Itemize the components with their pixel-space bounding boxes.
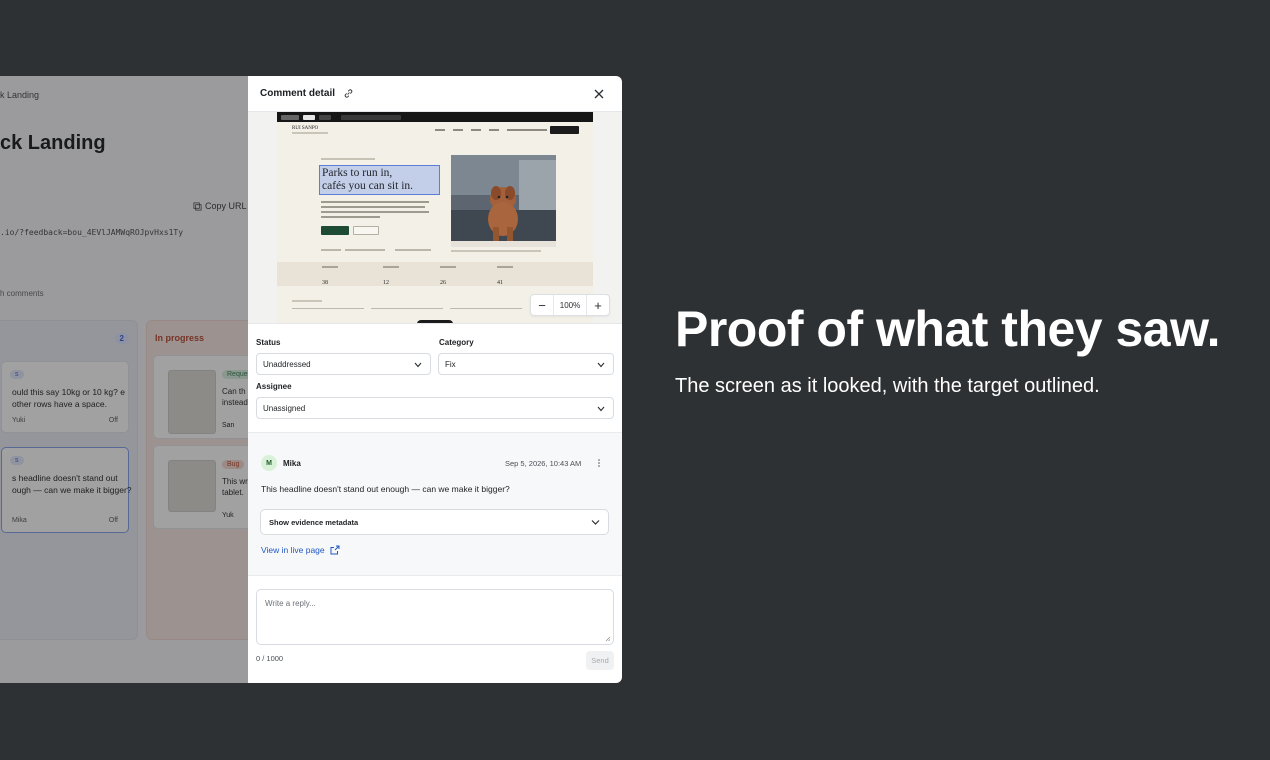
- evidence-metadata-toggle[interactable]: Show evidence metadata: [260, 509, 609, 535]
- captured-topbar: [277, 112, 593, 122]
- panel-header: Comment detail: [248, 76, 622, 112]
- captured-dog-photo: [451, 155, 556, 247]
- chevron-down-icon: [597, 406, 605, 412]
- captured-headline-line1: Parks to run in,: [322, 167, 393, 179]
- close-icon[interactable]: [592, 87, 606, 101]
- captured-page: RUI SANPO Parks to run in, cafés you can…: [277, 112, 593, 323]
- captured-stats: 38 12 26 41: [277, 262, 593, 286]
- status-value: Unaddressed: [263, 359, 311, 369]
- view-live-page-label: View in live page: [261, 545, 325, 555]
- marketing-headline: Proof of what they saw.: [675, 301, 1221, 357]
- category-value: Fix: [445, 359, 456, 369]
- panel-title: Comment detail: [260, 88, 336, 99]
- captured-logo: RUI SANPO: [292, 126, 319, 131]
- category-label: Category: [439, 338, 474, 347]
- chevron-down-icon: [597, 362, 605, 368]
- avatar: M: [261, 455, 277, 471]
- comment-author: Mika: [283, 459, 301, 468]
- assignee-label: Assignee: [256, 382, 292, 391]
- category-select[interactable]: Fix: [438, 353, 614, 375]
- comment-thread: M Mika Sep 5, 2026, 10:43 AM This headli…: [248, 432, 622, 576]
- status-select[interactable]: Unaddressed: [256, 353, 431, 375]
- chevron-down-icon: [414, 362, 422, 368]
- zoom-level: 100%: [553, 295, 587, 315]
- assignee-select[interactable]: Unassigned: [256, 397, 614, 419]
- character-count: 0 / 1000: [256, 654, 284, 663]
- resize-grip-icon[interactable]: [605, 636, 611, 642]
- reply-input[interactable]: Write a reply...: [256, 589, 614, 645]
- view-live-page-link[interactable]: View in live page: [261, 545, 340, 555]
- status-label: Status: [256, 338, 281, 347]
- marketing-subline: The screen as it looked, with the target…: [675, 375, 1100, 397]
- send-button[interactable]: Send: [586, 651, 614, 670]
- app-window: k Landing ck Landing Copy URL .io/?feedb…: [0, 76, 622, 683]
- evidence-metadata-label: Show evidence metadata: [269, 517, 359, 527]
- external-link-icon: [330, 545, 340, 555]
- more-options-icon[interactable]: [594, 458, 604, 468]
- captured-headline-line2: cafés you can sit in.: [322, 180, 414, 192]
- target-highlight: Parks to run in, cafés you can sit in.: [319, 165, 440, 195]
- zoom-control: − 100% +: [530, 294, 610, 316]
- captured-nav: RUI SANPO: [292, 126, 579, 140]
- reply-placeholder: Write a reply...: [265, 599, 316, 608]
- link-icon[interactable]: [343, 88, 354, 99]
- comment-timestamp: Sep 5, 2026, 10:43 AM: [505, 459, 582, 468]
- comment-body: This headline doesn't stand out enough —…: [261, 484, 510, 494]
- comment-detail-panel: Comment detail RUI SANPO Parks to run in…: [248, 76, 622, 683]
- screenshot-preview[interactable]: RUI SANPO Parks to run in, cafés you can…: [248, 112, 622, 324]
- assignee-value: Unassigned: [263, 403, 306, 413]
- zoom-in-button[interactable]: +: [587, 295, 609, 315]
- chevron-down-icon: [591, 520, 600, 525]
- zoom-out-button[interactable]: −: [531, 295, 553, 315]
